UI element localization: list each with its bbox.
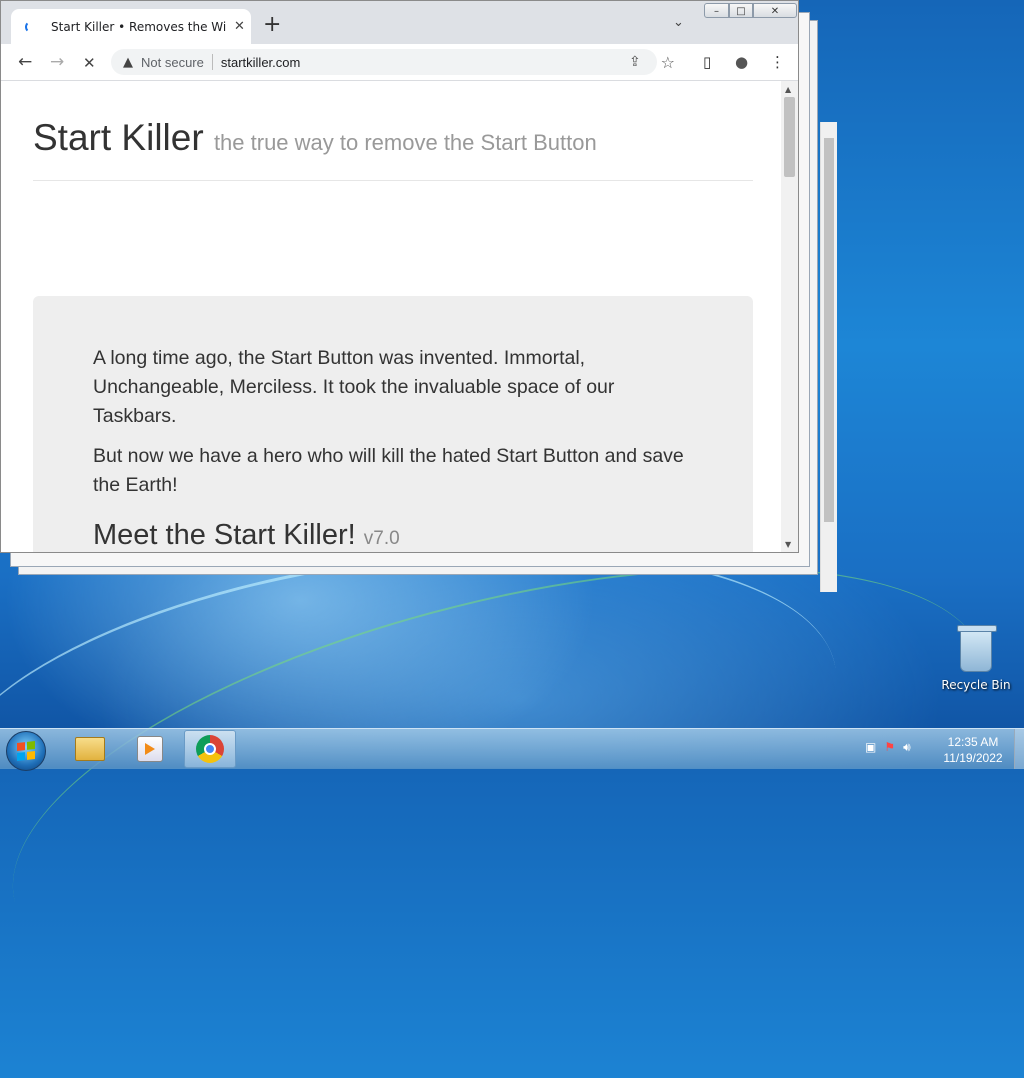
action-center-flag-icon[interactable]: ⚑ [884,740,895,755]
clock-time[interactable]: 12:35 AM [938,734,1008,750]
tab-start-killer[interactable]: Start Killer • Removes the Windows Start… [11,9,251,44]
browser-window: Start Killer • Removes the Windows Start… [0,0,799,553]
start-button[interactable] [6,731,46,771]
system-tray: ▣ ⚑ 🔊︎ [865,740,911,755]
security-label[interactable]: Not secure [141,55,204,70]
loading-spinner-icon [25,20,37,33]
share-icon[interactable]: ⇪ [629,54,641,70]
site-name: Start Killer [33,117,204,158]
scroll-thumb[interactable] [824,138,834,522]
url-text[interactable]: startkiller.com [221,55,300,70]
intro-paragraph-1: A long time ago, the Start Button was in… [93,347,615,427]
tab-close-button[interactable]: ✕ [234,19,245,34]
scroll-up-arrow-icon[interactable]: ▲ [785,85,791,94]
web-page: Start Killer the true way to remove the … [1,81,781,552]
intro-paragraph-2: But now we have a hero who will kill the… [93,445,684,496]
forward-button[interactable]: → [50,52,64,72]
header-divider [33,180,753,181]
intro-panel: A long time ago, the Start Button was in… [33,296,753,552]
maximize-button[interactable]: □ [729,3,753,18]
tab-strip: Start Killer • Removes the Windows Start… [1,1,798,44]
site-tagline: the true way to remove the Start Button [213,130,597,155]
stop-loading-button[interactable]: ✕ [83,54,96,72]
side-panel-icon[interactable]: ▯ [703,53,711,71]
menu-icon[interactable]: ⋮ [770,53,785,71]
page-title: Start Killer the true way to remove the … [33,117,597,159]
background-window-scrollbar[interactable] [820,122,837,592]
recycle-bin-icon[interactable] [957,625,997,672]
scroll-down-arrow-icon[interactable]: ▼ [785,540,791,549]
back-button[interactable]: ← [18,52,32,72]
show-desktop-button[interactable] [1014,729,1024,769]
profile-icon[interactable]: ● [735,53,748,71]
taskbar: ▣ ⚑ 🔊︎ 12:35 AM 11/19/2022 [0,728,1024,771]
folder-icon [75,737,105,761]
new-tab-button[interactable]: + [263,12,281,38]
recycle-bin-shortcut[interactable]: Recycle Bin [936,625,1016,692]
browser-toolbar: ← → ✕ ▲ Not secure startkiller.com ⇪ ☆ ▯… [1,44,798,81]
chrome-icon [196,735,224,763]
clock[interactable]: 12:35 AM 11/19/2022 [938,734,1008,766]
minimize-button[interactable]: – [704,3,729,18]
meet-heading-text: Meet the Start Killer! [93,519,356,551]
network-icon[interactable]: ▣ [865,740,876,755]
tab-search-button[interactable]: ⌄ [673,15,684,30]
scroll-thumb[interactable] [784,97,795,177]
divider [211,54,213,70]
bookmark-star-icon[interactable]: ☆ [661,53,675,72]
recycle-bin-label[interactable]: Recycle Bin [936,678,1016,692]
version-label: v7.0 [363,528,400,549]
taskbar-explorer-button[interactable] [64,730,116,768]
taskbar-media-player-button[interactable] [124,730,176,768]
close-window-button[interactable]: ✕ [753,3,797,18]
media-player-icon [137,736,163,762]
page-scrollbar[interactable]: ▲ ▼ [781,81,798,552]
meet-heading: Meet the Start Killer! v7.0 [93,519,400,552]
window-controls: – □ ✕ [704,3,797,20]
tab-title: Start Killer • Removes the Windows Start… [51,19,226,34]
taskbar-chrome-button[interactable] [184,730,236,768]
warning-icon[interactable]: ▲ [123,55,133,70]
address-bar[interactable]: ▲ Not secure startkiller.com ⇪ ☆ [111,49,675,75]
windows-logo-icon [17,741,35,761]
volume-icon[interactable]: 🔊︎ [903,740,911,755]
clock-date[interactable]: 11/19/2022 [938,750,1008,766]
